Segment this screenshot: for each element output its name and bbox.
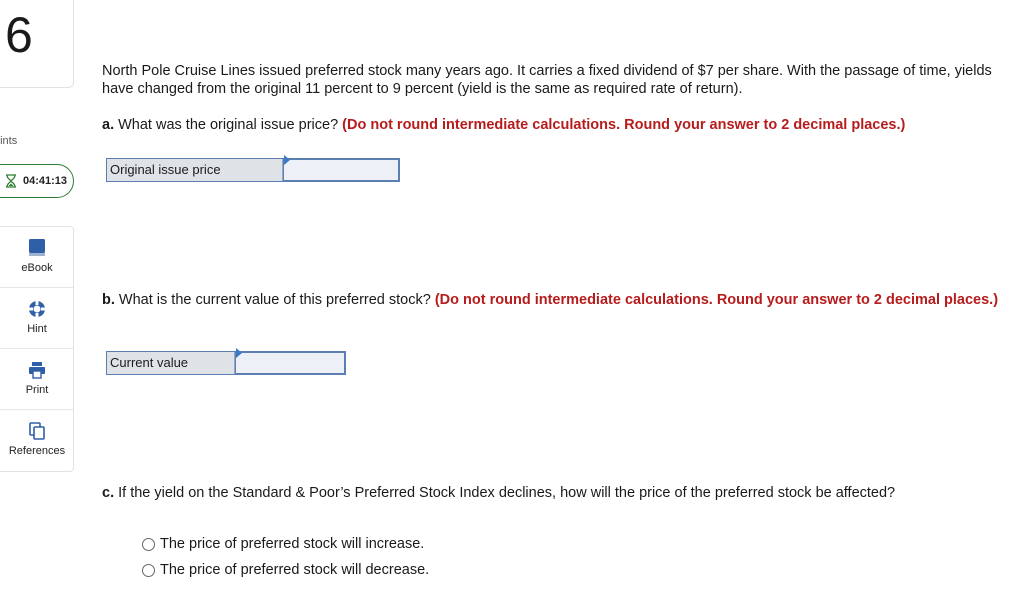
documents-icon (29, 422, 45, 440)
part-c-text: If the yield on the Standard & Poor’s Pr… (114, 485, 896, 501)
original-issue-price-input[interactable] (284, 160, 398, 180)
print-label: Print (25, 384, 49, 396)
current-value-field[interactable] (235, 348, 345, 374)
hint-label: Hint (27, 323, 47, 335)
part-c-question: c. If the yield on the Standard & Poor’s… (102, 484, 1022, 502)
option-increase-label: The price of preferred stock will increa… (160, 536, 425, 552)
lifebuoy-icon (29, 301, 45, 317)
references-label: References (8, 445, 66, 457)
part-b-instruction: (Do not round intermediate calculations.… (434, 292, 999, 308)
current-value-input[interactable] (236, 353, 344, 373)
part-c-prefix: c. (102, 485, 115, 501)
part-b-answer-row: Current value (106, 348, 346, 375)
hint-button[interactable]: Hint (0, 288, 73, 349)
print-button[interactable]: Print (0, 349, 73, 410)
printer-icon (29, 362, 45, 379)
answer-flag-icon (284, 155, 290, 165)
part-a-instruction: (Do not round intermediate calculations.… (342, 117, 906, 133)
book-icon (29, 239, 45, 256)
option-decrease[interactable]: The price of preferred stock will decrea… (142, 562, 429, 578)
points-label: oints (0, 135, 18, 147)
part-b-question: b. What is the current value of this pre… (102, 291, 1012, 309)
part-a-question: a. What was the original issue price? (D… (102, 116, 1022, 134)
option-increase[interactable]: The price of preferred stock will increa… (142, 536, 424, 552)
original-issue-price-label: Original issue price (107, 159, 283, 181)
references-button[interactable]: References (0, 410, 73, 471)
part-b-text: What is the current value of this prefer… (114, 292, 435, 308)
current-value-label: Current value (107, 352, 235, 374)
question-intro: North Pole Cruise Lines issued preferred… (102, 63, 992, 97)
question-number: 6 (5, 7, 33, 63)
part-a-text: What was the original issue price? (114, 117, 343, 133)
original-issue-price-field[interactable] (283, 155, 399, 181)
part-b-prefix: b. (102, 292, 115, 308)
hourglass-icon (6, 174, 16, 188)
radio-button[interactable] (142, 563, 155, 577)
timer-text: 04:41:13 (23, 175, 68, 187)
question-number-box: 6 (0, 0, 74, 88)
part-a-answer-row: Original issue price (106, 155, 400, 182)
ebook-label: eBook (21, 262, 53, 274)
answer-flag-icon (236, 348, 242, 358)
ebook-button[interactable]: eBook (0, 227, 73, 288)
part-a-prefix: a. (102, 117, 115, 133)
timer[interactable]: 04:41:13 (0, 164, 74, 198)
option-decrease-label: The price of preferred stock will decrea… (160, 562, 430, 578)
tools-panel: eBook Hint Print References (0, 226, 74, 472)
radio-button[interactable] (142, 537, 155, 551)
